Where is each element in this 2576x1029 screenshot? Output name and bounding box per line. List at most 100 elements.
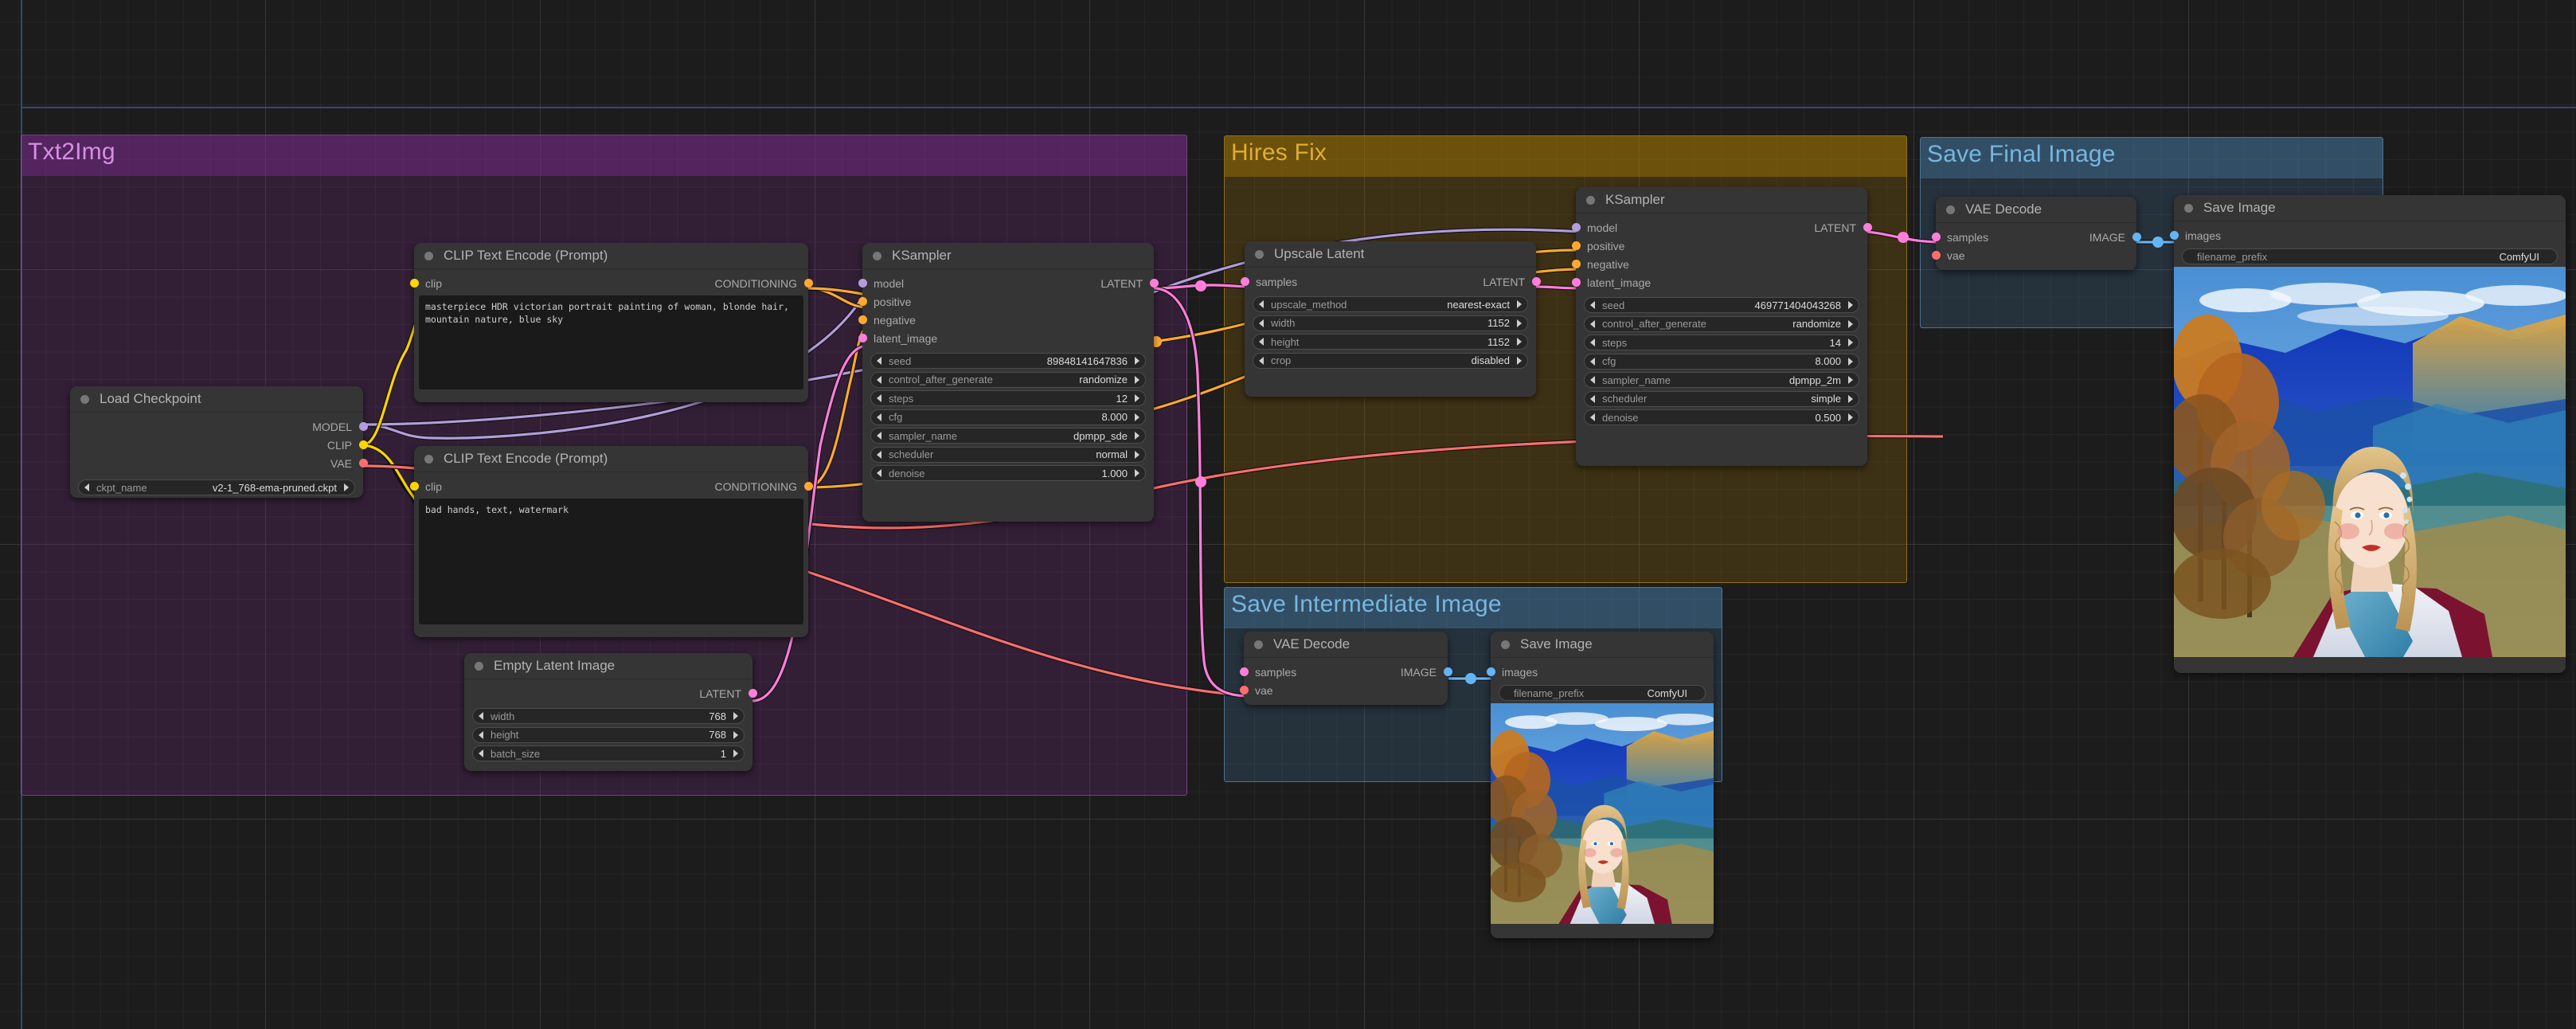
input-slot-images[interactable]: images [2169,226,2566,245]
decrement-arrow-icon[interactable] [1259,319,1264,327]
widget-crop[interactable]: crop disabled [1253,352,1528,369]
input-slot-images[interactable]: images [1486,663,1714,681]
widget-control-after-generate[interactable]: control_after_generate randomize [870,371,1146,388]
decrement-arrow-icon[interactable] [877,469,881,477]
slot-dot-latent[interactable] [748,689,757,698]
widget-scheduler[interactable]: scheduler simple [1584,390,1859,407]
widget-scheduler[interactable]: scheduler normal [870,446,1146,463]
input-slot-vae[interactable]: vae [1931,246,2136,264]
slot-dot-latent[interactable] [1863,223,1872,232]
increment-arrow-icon[interactable] [1848,413,1853,421]
slot-dot-samples[interactable] [1239,667,1249,676]
slot-dot-latent-image[interactable] [858,334,867,342]
increment-arrow-icon[interactable] [1135,432,1139,440]
output-slot-model[interactable]: MODEL [70,417,368,436]
widget-denoise[interactable]: denoise 1.000 [870,465,1146,481]
node-clip-text-encode-positive[interactable]: CLIP Text Encode (Prompt) clip CONDITION… [409,243,813,402]
image-preview-final[interactable] [2174,267,2566,657]
slot-dot-samples[interactable] [1240,277,1249,286]
slot-dot-model[interactable] [358,422,368,431]
prompt-textarea-positive[interactable]: masterpiece HDR victorian portrait paint… [419,295,803,389]
slot-row-clip-conditioning[interactable]: clip CONDITIONING [409,274,813,292]
increment-arrow-icon[interactable] [733,712,738,720]
increment-arrow-icon[interactable] [1135,375,1139,384]
slot-dot-conditioning[interactable] [803,482,813,491]
slot-row-samples-latent[interactable]: samples LATENT [1240,272,1541,291]
input-slot-negative[interactable]: negative [858,311,1154,329]
input-slot-latent-image[interactable]: latent_image [858,329,1154,347]
decrement-arrow-icon[interactable] [1590,413,1595,421]
slot-dot-vae[interactable] [358,459,368,468]
prompt-textarea-negative[interactable]: bad hands, text, watermark [419,499,803,624]
widget-cfg[interactable]: cfg 8.000 [1584,353,1859,370]
image-preview-intermediate[interactable] [1491,703,1714,924]
widget-ckpt-name[interactable]: ckpt_name v2-1_768-ema-pruned.ckpt [78,479,355,495]
slot-dot-images[interactable] [2169,231,2179,240]
increment-arrow-icon[interactable] [1135,413,1139,421]
slot-dot-clip[interactable] [358,440,368,449]
decrement-arrow-icon[interactable] [1590,301,1595,309]
decrement-arrow-icon[interactable] [1259,356,1264,365]
collapse-dot-icon[interactable] [873,251,881,260]
output-slot-vae[interactable]: VAE [70,454,368,472]
collapse-dot-icon[interactable] [1255,249,1264,259]
increment-arrow-icon[interactable] [1848,376,1853,384]
decrement-arrow-icon[interactable] [877,394,881,402]
increment-arrow-icon[interactable] [1848,319,1853,328]
slot-row-model-latent[interactable]: model LATENT [1571,218,1872,237]
widget-denoise[interactable]: denoise 0.500 [1584,409,1859,425]
increment-arrow-icon[interactable] [1848,394,1853,403]
decrement-arrow-icon[interactable] [877,432,881,440]
widget-sampler-name[interactable]: sampler_name dpmpp_sde [870,428,1146,444]
decrement-arrow-icon[interactable] [479,730,483,739]
increment-arrow-icon[interactable] [1135,394,1139,402]
workflow-canvas[interactable]: Txt2Img Hires Fix Save Final Image Save … [0,0,2576,1029]
node-save-image-intermediate[interactable]: Save Image images filename_prefix ComfyU… [1486,632,1714,938]
node-clip-text-encode-negative[interactable]: CLIP Text Encode (Prompt) clip CONDITION… [409,446,813,637]
decrement-arrow-icon[interactable] [1590,357,1595,366]
decrement-arrow-icon[interactable] [1590,338,1595,346]
widget-steps[interactable]: steps 12 [870,390,1146,406]
slot-row-samples-image[interactable]: samples IMAGE [1239,663,1452,681]
widget-cfg[interactable]: cfg 8.000 [870,409,1146,425]
slot-dot-images[interactable] [1486,667,1495,676]
collapse-dot-icon[interactable] [475,661,483,671]
increment-arrow-icon[interactable] [1848,301,1853,309]
slot-row-model-latent[interactable]: model LATENT [858,274,1159,292]
slot-dot-latent[interactable] [1531,277,1541,286]
node-upscale-latent[interactable]: Upscale Latent samples LATENT upscale_me… [1240,241,1541,397]
widget-batch-size[interactable]: batch_size 1 [472,745,745,761]
slot-dot-latent-image[interactable] [1571,278,1581,287]
slot-dot-samples[interactable] [1931,233,1941,241]
slot-dot-model[interactable] [858,279,867,288]
increment-arrow-icon[interactable] [1135,357,1139,365]
widget-seed[interactable]: seed 469771404043268 [1584,297,1859,313]
decrement-arrow-icon[interactable] [877,450,881,459]
input-slot-negative[interactable]: negative [1571,255,1867,273]
decrement-arrow-icon[interactable] [1590,376,1595,384]
widget-upscale-method[interactable]: upscale_method nearest-exact [1253,296,1528,312]
decrement-arrow-icon[interactable] [84,483,89,491]
increment-arrow-icon[interactable] [733,730,738,739]
increment-arrow-icon[interactable] [1517,300,1522,308]
slot-dot-negative[interactable] [858,315,867,324]
decrement-arrow-icon[interactable] [877,413,881,421]
input-slot-positive[interactable]: positive [1571,237,1867,255]
increment-arrow-icon[interactable] [1517,319,1522,327]
widget-width[interactable]: width 1152 [1253,315,1528,331]
slot-dot-image[interactable] [1443,667,1452,676]
decrement-arrow-icon[interactable] [877,357,881,365]
node-load-checkpoint[interactable]: Load Checkpoint MODEL CLIP VAE ckpt_name… [70,386,368,498]
slot-dot-positive[interactable] [1571,241,1581,250]
slot-dot-vae[interactable] [1931,251,1941,260]
increment-arrow-icon[interactable] [1135,469,1139,477]
slot-dot-positive[interactable] [858,297,867,306]
widget-height[interactable]: height 768 [472,726,745,743]
node-ksampler-hires[interactable]: KSampler model LATENT positive negative [1571,187,1872,466]
collapse-dot-icon[interactable] [424,251,433,260]
decrement-arrow-icon[interactable] [479,712,483,720]
input-slot-latent-image[interactable]: latent_image [1571,273,1867,291]
slot-dot-model[interactable] [1571,223,1581,232]
collapse-dot-icon[interactable] [80,394,89,404]
slot-dot-latent[interactable] [1149,279,1159,288]
